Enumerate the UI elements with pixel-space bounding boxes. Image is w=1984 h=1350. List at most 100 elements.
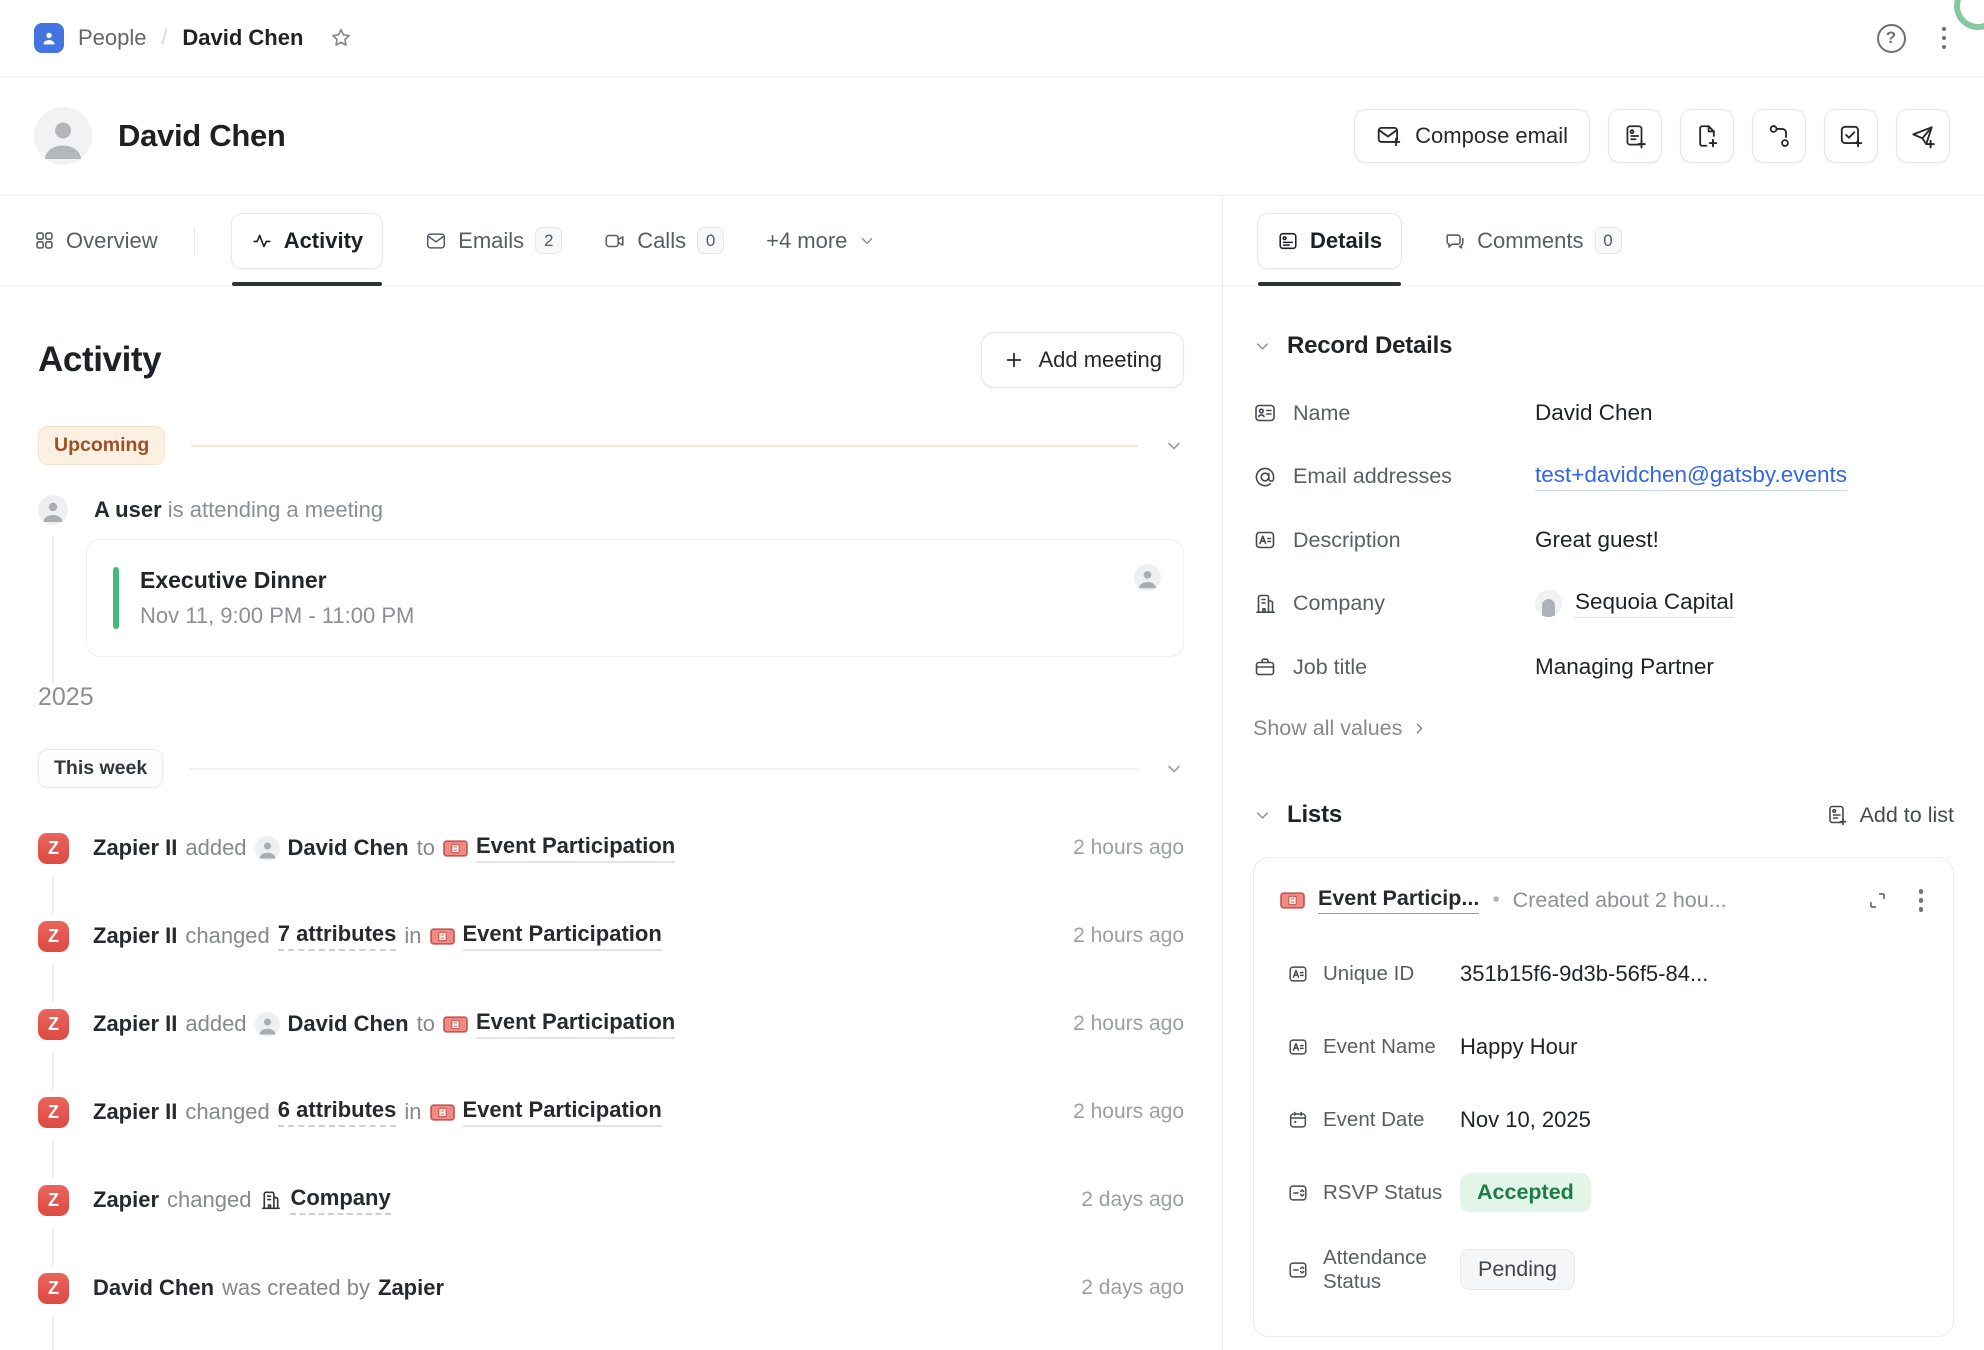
zapier-avatar: Z — [38, 1273, 69, 1304]
field-job-title[interactable]: Job title Managing Partner — [1253, 654, 1954, 680]
record-header: David Chen Compose email — [0, 77, 1984, 196]
field-label: Name — [1293, 401, 1350, 426]
tab-overview-label: Overview — [66, 228, 158, 254]
tab-more[interactable]: +4 more — [766, 228, 876, 254]
person-avatar — [255, 836, 280, 861]
link-word: in — [404, 1099, 421, 1125]
details-card-icon — [1277, 230, 1299, 252]
top-bar: People / David Chen ? — [0, 0, 1984, 77]
timeline-item[interactable]: Z Zapier II added David Chen to Event Pa… — [38, 826, 1184, 870]
list-link[interactable]: Event Participation — [476, 1009, 675, 1039]
breadcrumb-section[interactable]: People — [78, 25, 147, 51]
tab-emails[interactable]: Emails 2 — [425, 227, 562, 254]
add-to-list-button[interactable]: Add to list — [1825, 803, 1954, 828]
text-attribute-icon — [1287, 1036, 1309, 1058]
company-link[interactable]: Sequoia Capital — [1575, 589, 1734, 618]
help-icon[interactable]: ? — [1877, 24, 1906, 53]
intro-rest: is attending a meeting — [168, 497, 383, 522]
chevron-down-icon[interactable] — [1253, 806, 1272, 825]
add-meeting-button[interactable]: Add meeting — [981, 332, 1184, 388]
timeline-item[interactable]: Z Zapier changed Company 2 days ago — [38, 1178, 1184, 1222]
this-week-badge: This week — [38, 749, 163, 788]
emails-count-badge: 2 — [535, 227, 562, 254]
video-camera-icon — [604, 230, 626, 252]
timeline-item[interactable]: Z Zapier II changed 7 attributes in Even… — [38, 914, 1184, 958]
timeline-item[interactable]: Z Zapier II added David Chen to Event Pa… — [38, 1002, 1184, 1046]
field-event-name[interactable]: Event Name Happy Hour — [1287, 1027, 1927, 1067]
list-link[interactable]: Event Participation — [463, 1097, 662, 1127]
briefcase-icon — [1253, 655, 1277, 679]
select-attribute-icon — [1287, 1182, 1309, 1204]
attributes-link[interactable]: 6 attributes — [278, 1097, 397, 1127]
rsvp-status-badge[interactable]: Accepted — [1460, 1173, 1591, 1212]
list-entry-link[interactable]: Event Particip... — [1318, 886, 1479, 914]
mail-plus-icon — [1376, 123, 1402, 149]
collapse-chevron-icon[interactable] — [1164, 436, 1184, 456]
add-file-button[interactable] — [1680, 109, 1734, 163]
note-plus-icon — [1622, 123, 1648, 149]
zapier-avatar: Z — [38, 921, 69, 952]
timestamp: 2 hours ago — [1073, 924, 1184, 948]
email-link[interactable]: test+davidchen@gatsby.events — [1535, 462, 1847, 491]
field-description[interactable]: Description Great guest! — [1253, 527, 1954, 553]
select-attribute-icon — [1287, 1259, 1309, 1281]
text-attribute-icon — [1253, 528, 1277, 552]
entry-menu-icon[interactable] — [1915, 885, 1928, 916]
compose-email-button[interactable]: Compose email — [1354, 109, 1590, 163]
field-label: Event Name — [1323, 1035, 1436, 1059]
tab-calls[interactable]: Calls 0 — [604, 227, 724, 254]
field-unique-id[interactable]: Unique ID 351b15f6-9d3b-56f5-84... — [1287, 954, 1927, 994]
workflow-button[interactable] — [1752, 109, 1806, 163]
timeline-item[interactable]: Z David Chen was created by Zapier 2 day… — [38, 1266, 1184, 1310]
actor: Zapier II — [93, 923, 177, 949]
field-rsvp-status[interactable]: RSVP Status Accepted — [1287, 1173, 1927, 1213]
breadcrumb-separator: / — [162, 26, 168, 50]
topbar-actions: ? — [1877, 23, 1951, 54]
expand-icon[interactable] — [1867, 890, 1888, 911]
tab-comments[interactable]: Comments 0 — [1444, 227, 1621, 254]
list-link[interactable]: Event Participation — [476, 833, 675, 863]
send-sequence-button[interactable] — [1896, 109, 1950, 163]
show-all-label: Show all values — [1253, 716, 1402, 741]
breadcrumb-record[interactable]: David Chen — [182, 25, 303, 51]
section-divider-line — [191, 445, 1138, 447]
building-icon — [1253, 592, 1277, 616]
field-name[interactable]: Name David Chen — [1253, 400, 1954, 426]
chevron-right-icon — [1411, 720, 1428, 737]
more-menu-icon[interactable] — [1938, 23, 1951, 54]
record-avatar — [34, 107, 92, 165]
timeline-item[interactable]: Z Zapier II changed 6 attributes in Even… — [38, 1090, 1184, 1134]
tab-overview[interactable]: Overview — [34, 228, 158, 254]
chevron-down-icon[interactable] — [1253, 337, 1272, 356]
field-label: Event Date — [1323, 1108, 1424, 1132]
breadcrumb: People / David Chen — [34, 23, 353, 53]
header-actions: Compose email — [1354, 109, 1950, 163]
attribute-link[interactable]: Company — [290, 1185, 390, 1215]
add-note-button[interactable] — [1608, 109, 1662, 163]
tab-activity[interactable]: Activity — [231, 213, 383, 269]
show-all-values-link[interactable]: Show all values — [1253, 716, 1954, 741]
add-task-button[interactable] — [1824, 109, 1878, 163]
collapse-chevron-icon[interactable] — [1164, 759, 1184, 779]
meeting-card[interactable]: Executive Dinner Nov 11, 9:00 PM - 11:00… — [86, 539, 1184, 657]
list-link[interactable]: Event Participation — [463, 921, 662, 951]
favorite-star-icon[interactable] — [329, 26, 353, 50]
attributes-link[interactable]: 7 attributes — [278, 921, 397, 951]
dot-separator: • — [1492, 888, 1499, 912]
building-icon — [259, 1189, 282, 1212]
field-company[interactable]: Company Sequoia Capital — [1253, 589, 1954, 618]
tab-details[interactable]: Details — [1257, 213, 1402, 269]
entry-created-text: Created about 2 hou... — [1513, 888, 1854, 913]
field-event-date[interactable]: Event Date Nov 10, 2025 — [1287, 1100, 1927, 1140]
field-email[interactable]: Email addresses test+davidchen@gatsby.ev… — [1253, 462, 1954, 491]
tab-details-label: Details — [1310, 228, 1382, 254]
subject: David Chen — [93, 1275, 214, 1301]
field-attendance-status[interactable]: Attendance Status Pending — [1287, 1246, 1927, 1294]
person-link[interactable]: David Chen — [288, 835, 409, 861]
attendance-status-badge[interactable]: Pending — [1460, 1249, 1575, 1290]
meeting-time: Nov 11, 9:00 PM - 11:00 PM — [140, 603, 414, 629]
list-entry-card: Event Particip... • Created about 2 hou.… — [1253, 857, 1954, 1337]
timestamp: 2 hours ago — [1073, 1012, 1184, 1036]
person-link[interactable]: David Chen — [288, 1011, 409, 1037]
timestamp: 2 days ago — [1081, 1188, 1184, 1212]
